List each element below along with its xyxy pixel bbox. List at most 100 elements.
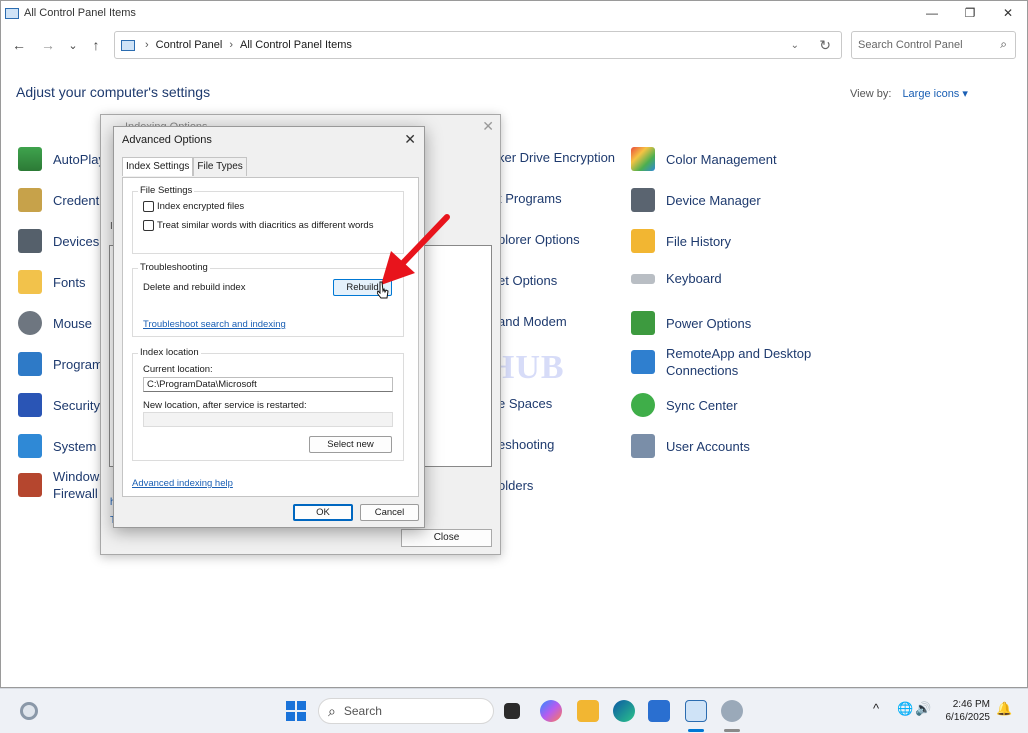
back-button[interactable]: ← <box>9 35 29 55</box>
control-panel-taskbar-icon[interactable] <box>685 700 707 722</box>
breadcrumb-all-items[interactable]: All Control Panel Items <box>240 39 352 51</box>
close-button[interactable]: ✕ <box>989 1 1027 25</box>
view-by: View by: Large icons ▾ <box>850 87 968 100</box>
item-label: Fonts <box>53 274 86 290</box>
item-programs[interactable]: Program <box>18 352 103 376</box>
item-credential-manager[interactable]: Credenti <box>18 188 102 212</box>
refresh-icon[interactable]: ↻ <box>819 37 831 54</box>
troubleshoot-link[interactable]: Troubleshoot search and indexing <box>143 319 286 330</box>
item-label: Program <box>53 356 103 372</box>
item-keyboard[interactable]: Keyboard <box>631 270 722 287</box>
clock[interactable]: 2:46 PM 6/16/2025 <box>938 698 991 724</box>
up-button[interactable]: ↑ <box>86 35 106 55</box>
item-label: and Modem <box>498 314 567 329</box>
item-troubleshooting[interactable]: eshooting <box>498 436 554 453</box>
item-security[interactable]: Security <box>18 393 100 417</box>
notification-bell-icon[interactable]: 🔔 <box>996 701 1012 717</box>
item-autoplay[interactable]: AutoPlay <box>18 147 105 171</box>
indexing-dialog-close-icon[interactable]: ✕ <box>482 118 494 135</box>
device-manager-icon <box>631 188 655 212</box>
recent-locations-button[interactable]: ⌄ <box>63 35 83 55</box>
credential-manager-icon <box>18 188 42 212</box>
view-by-dropdown[interactable]: Large icons ▾ <box>902 88 967 100</box>
advanced-dialog-title: Advanced Options <box>122 134 212 146</box>
item-devices-printers[interactable]: Devices <box>18 229 99 253</box>
address-bar[interactable]: › Control Panel › All Control Panel Item… <box>114 31 842 59</box>
user-accounts-icon <box>631 434 655 458</box>
breadcrumb-control-panel[interactable]: Control Panel <box>156 39 223 51</box>
item-storage-spaces[interactable]: e Spaces <box>498 395 552 412</box>
advanced-indexing-help-link[interactable]: Advanced indexing help <box>132 478 233 489</box>
select-new-button[interactable]: Select new <box>309 436 392 453</box>
indexing-options-taskbar-icon[interactable] <box>721 700 743 722</box>
search-placeholder: Search Control Panel <box>858 39 963 51</box>
copilot-icon[interactable] <box>540 700 562 722</box>
item-mouse[interactable]: Mouse <box>18 311 92 335</box>
item-label: Color Management <box>666 151 777 167</box>
item-label: RemoteApp and Desktop Connections <box>666 346 812 378</box>
item-user-accounts[interactable]: User Accounts <box>631 434 750 458</box>
show-hidden-icons-button[interactable]: ^ <box>873 701 879 716</box>
edge-browser-icon[interactable] <box>613 700 635 722</box>
task-view-icon[interactable] <box>504 703 520 719</box>
taskbar-search-placeholder: Search <box>343 704 382 718</box>
devices-printers-icon <box>18 229 42 253</box>
index-encrypted-checkbox[interactable]: Index encrypted files <box>143 201 244 212</box>
fonts-icon <box>18 270 42 294</box>
item-work-folders[interactable]: olders <box>498 477 533 494</box>
tab-file-types[interactable]: File Types <box>193 157 247 176</box>
index-location-legend: Index location <box>138 347 201 358</box>
forward-button[interactable]: → <box>38 35 58 55</box>
breadcrumb-separator: › <box>229 39 233 51</box>
start-button-icon[interactable] <box>286 701 306 721</box>
item-internet-options-2[interactable]: et Options <box>498 272 557 289</box>
item-label: Security <box>53 397 100 413</box>
item-internet-options[interactable]: plorer Options <box>498 231 580 248</box>
item-label: Power Options <box>666 315 752 331</box>
diacritics-checkbox[interactable]: Treat similar words with diacritics as d… <box>143 220 373 231</box>
search-input[interactable]: Search Control Panel ⌕ <box>851 31 1016 59</box>
ok-button[interactable]: OK <box>293 504 353 521</box>
item-file-history[interactable]: File History <box>631 229 731 253</box>
sync-center-icon <box>631 393 655 417</box>
current-location-label: Current location: <box>143 364 213 375</box>
minimize-button[interactable]: — <box>913 1 951 25</box>
item-device-manager[interactable]: Device Manager <box>631 188 761 212</box>
autoplay-icon <box>18 147 42 171</box>
power-options-icon <box>631 311 655 335</box>
advanced-dialog-close-icon[interactable]: ✕ <box>404 131 416 148</box>
file-settings-group: File Settings Index encrypted files Trea… <box>132 185 404 254</box>
new-location-field <box>143 412 393 427</box>
item-label: User Accounts <box>666 438 750 454</box>
file-explorer-icon[interactable] <box>577 700 599 722</box>
item-firewall[interactable]: Windows Firewall <box>18 468 106 502</box>
tab-index-settings[interactable]: Index Settings <box>122 157 194 176</box>
maximize-button[interactable]: ❐ <box>951 1 989 25</box>
language-globe-icon[interactable]: 🌐 <box>897 701 913 717</box>
item-label: olders <box>498 478 534 493</box>
item-color-management[interactable]: Color Management <box>631 147 777 171</box>
item-label: t Programs <box>498 191 562 206</box>
cancel-button[interactable]: Cancel <box>360 504 419 521</box>
address-dropdown-icon[interactable]: ⌄ <box>791 40 799 51</box>
item-power-options[interactable]: Power Options <box>631 311 751 335</box>
item-bitlocker[interactable]: ker Drive Encryption <box>498 149 615 166</box>
item-remoteapp[interactable]: RemoteApp and Desktop Connections <box>631 345 811 379</box>
taskbar-search[interactable]: ⌕ Search <box>318 698 494 724</box>
volume-icon[interactable]: 🔊 <box>915 701 931 717</box>
item-default-programs[interactable]: t Programs <box>498 190 562 207</box>
item-fonts[interactable]: Fonts <box>18 270 86 294</box>
item-sync-center[interactable]: Sync Center <box>631 393 738 417</box>
widgets-icon[interactable] <box>20 702 38 720</box>
search-icon[interactable]: ⌕ <box>1000 37 1007 52</box>
item-system[interactable]: System <box>18 434 96 458</box>
open-app-indicator <box>724 729 740 732</box>
item-phone-modem[interactable]: and Modem <box>498 313 567 330</box>
current-location-field[interactable]: C:\ProgramData\Microsoft <box>143 377 393 392</box>
microsoft-store-icon[interactable] <box>648 700 670 722</box>
taskbar: ⌕ Search ^ 🌐 🔊 2:46 PM 6/16/2025 🔔 <box>0 688 1028 733</box>
index-settings-panel: File Settings Index encrypted files Trea… <box>122 177 419 497</box>
security-flag-icon <box>18 393 42 417</box>
indexing-close-button[interactable]: Close <box>401 529 492 547</box>
troubleshooting-legend: Troubleshooting <box>138 262 210 273</box>
